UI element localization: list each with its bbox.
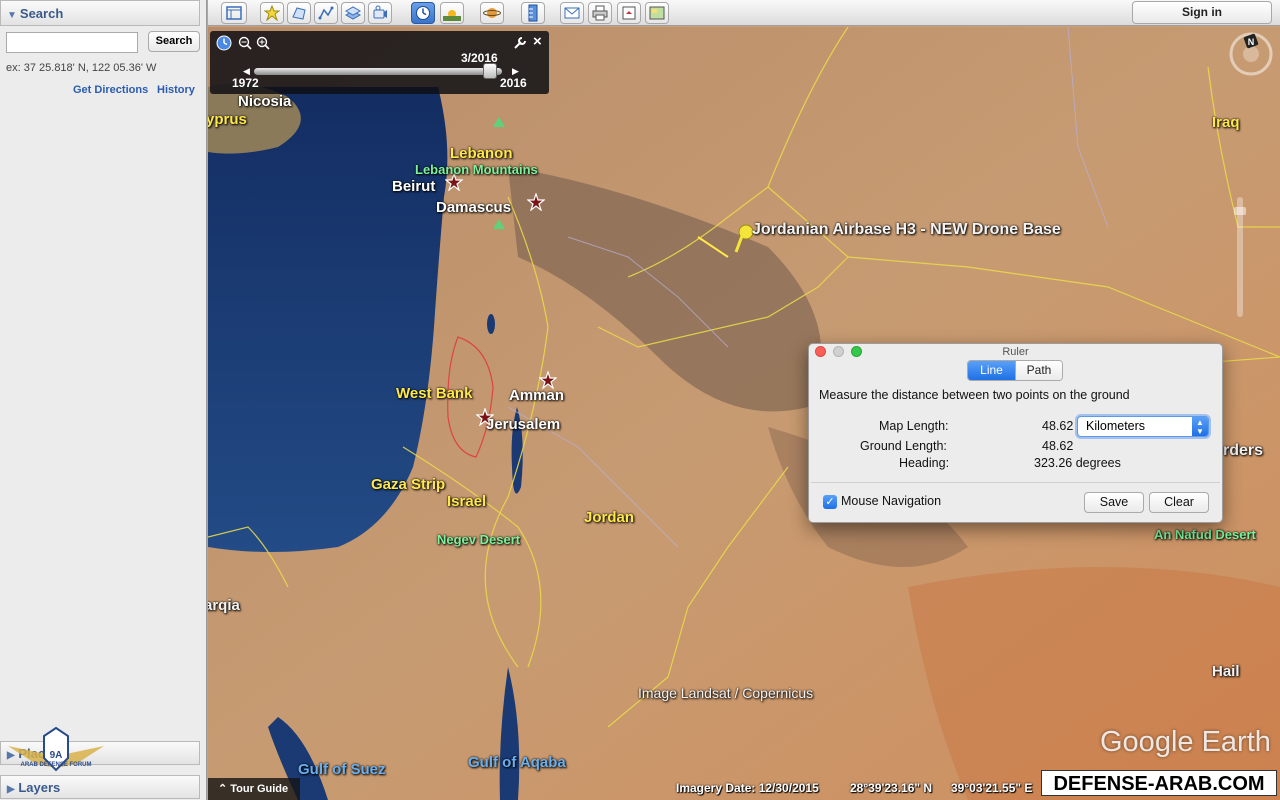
mouse-navigation-label: Mouse Navigation [841,494,942,508]
historical-imagery-icon[interactable] [411,2,435,24]
mouse-navigation-checkbox[interactable]: ✓ [823,495,837,509]
history-link[interactable]: History [157,84,195,96]
site-watermark: DEFENSE-ARAB.COM [1041,770,1277,796]
updown-arrows-icon: ▲ ▼ [1192,417,1208,436]
map-label-gulf-of-aqaba[interactable]: Gulf of Aqaba [468,754,566,771]
close-window-icon[interactable] [815,346,826,357]
map-label-airbase[interactable]: Jordanian Airbase H3 - NEW Drone Base [752,221,1061,239]
divider [811,482,1220,483]
svg-text:9A: 9A [50,750,63,761]
sidebar-toggle-icon[interactable] [221,2,247,24]
map-label-lebanon-mountains[interactable]: Lebanon Mountains [415,162,538,177]
unit-select-value: Kilometers [1086,419,1146,433]
ruler-title: Ruler [1002,346,1029,358]
google-earth-logo: Google Earth [1100,726,1271,758]
latitude-readout: 28°39'23.16" N [850,781,933,795]
mountain-icon [493,219,505,229]
map-label-hail[interactable]: Hail [1212,663,1240,680]
planets-icon[interactable] [480,2,504,24]
longitude-readout: 39°03'21.55" E [951,781,1033,795]
clock-icon [216,35,232,51]
wrench-icon[interactable] [513,36,527,50]
sign-in-button[interactable]: Sign in [1132,1,1272,24]
print-icon[interactable] [588,2,612,24]
map-label-israel[interactable]: Israel [447,493,486,510]
heading-value: 323.26 degrees [1034,456,1121,470]
capital-star-icon[interactable] [527,193,545,211]
map-label-borders[interactable]: rders [1223,442,1263,460]
sunlight-icon[interactable] [440,2,464,24]
ground-length-value: 48.62 [1042,439,1074,453]
map-label-beirut[interactable]: Beirut [392,178,435,195]
zoom-in-icon[interactable] [256,36,270,50]
placemark-icon[interactable] [260,2,284,24]
save-button[interactable]: Save [1084,492,1144,513]
map-label-iraq[interactable]: Iraq [1212,114,1240,131]
imagery-date: Imagery Date: 12/30/2015 [676,781,819,795]
ruler-icon[interactable] [521,2,545,24]
search-header-label: Search [19,6,64,21]
map-label-nicosia[interactable]: Nicosia [238,93,291,110]
navigation-compass-icon[interactable]: N [1226,29,1276,99]
unit-select[interactable]: Kilometers ▲ ▼ [1077,416,1209,437]
map-label-gulf-of-suez[interactable]: Gulf of Suez [298,761,386,778]
forum-logo-text: ARAB DEFENSE FORUM [20,762,92,768]
zoom-window-icon[interactable] [851,346,862,357]
slider-track[interactable] [254,68,502,75]
historical-imagery-slider: × 3/2016 ◀ ▶ 1972 2016 [210,31,549,94]
google-earth-window: ▼ Search Search ex: 37 25.818' N, 122 05.… [0,0,1280,800]
save-image-icon[interactable] [617,2,641,24]
ruler-dialog: Ruler Line Path Measure the distance bet… [808,343,1223,523]
map-length-label: Map Length: [879,419,949,433]
map-label-cyprus[interactable]: yprus [208,111,247,128]
map-label-an-nafud-desert[interactable]: An Nafud Desert [1154,527,1256,542]
ruler-mode-tabs: Line Path [967,360,1063,381]
mountain-icon [493,117,505,127]
forum-logo: 9A ARAB DEFENSE FORUM [6,724,106,800]
compass-letter: N [1248,37,1255,47]
search-input[interactable] [6,32,138,53]
image-overlay-icon[interactable] [341,2,365,24]
email-icon[interactable] [560,2,584,24]
map-label-negev-desert[interactable]: Negev Desert [437,532,520,547]
search-example-text: ex: 37 25.818' N, 122 05.36' W [6,62,157,74]
minimize-window-icon[interactable] [833,346,844,357]
map-length-value: 48.62 [1042,419,1074,433]
slider-end-year: 2016 [500,76,527,90]
view-in-maps-icon[interactable] [645,2,669,24]
map-label-damascus[interactable]: Damascus [436,199,511,216]
chevron-up-icon: ⌃ [218,783,228,795]
record-tour-icon[interactable] [368,2,392,24]
get-directions-link[interactable]: Get Directions [73,84,148,96]
slider-start-year: 1972 [232,76,259,90]
tab-path[interactable]: Path [1015,361,1062,380]
map-label-jerusalem[interactable]: Jerusalem [486,416,560,433]
tour-guide-label: Tour Guide [230,783,289,795]
main-toolbar: Sign in [208,0,1280,26]
path-icon[interactable] [314,2,338,24]
tab-line[interactable]: Line [968,361,1015,380]
imagery-credit: Image Landsat / Copernicus [638,685,814,701]
polygon-icon[interactable] [287,2,311,24]
search-button[interactable]: Search [148,31,200,52]
tour-guide-button[interactable]: ⌃ Tour Guide [208,778,300,800]
clear-button[interactable]: Clear [1149,492,1209,513]
sidebar: ▼ Search Search ex: 37 25.818' N, 122 05.… [0,0,207,800]
disclosure-down-icon: ▼ [7,10,17,21]
map-label-arqia[interactable]: arqia [208,597,240,614]
map-label-lebanon[interactable]: Lebanon [450,145,513,162]
zoom-out-icon[interactable] [238,36,252,50]
ground-length-label: Ground Length: [860,439,947,453]
map-label-west-bank[interactable]: West Bank [396,385,472,402]
ruler-description: Measure the distance between two points … [819,388,1130,402]
zoom-slider[interactable] [1230,187,1250,327]
map-label-jordan[interactable]: Jordan [584,509,634,526]
heading-label: Heading: [899,456,950,470]
slider-handle[interactable] [482,63,497,79]
close-icon[interactable]: × [533,33,542,50]
search-panel-header[interactable]: ▼ Search [0,0,200,26]
map-label-gaza-strip[interactable]: Gaza Strip [371,476,445,493]
map-label-amman[interactable]: Amman [509,387,564,404]
